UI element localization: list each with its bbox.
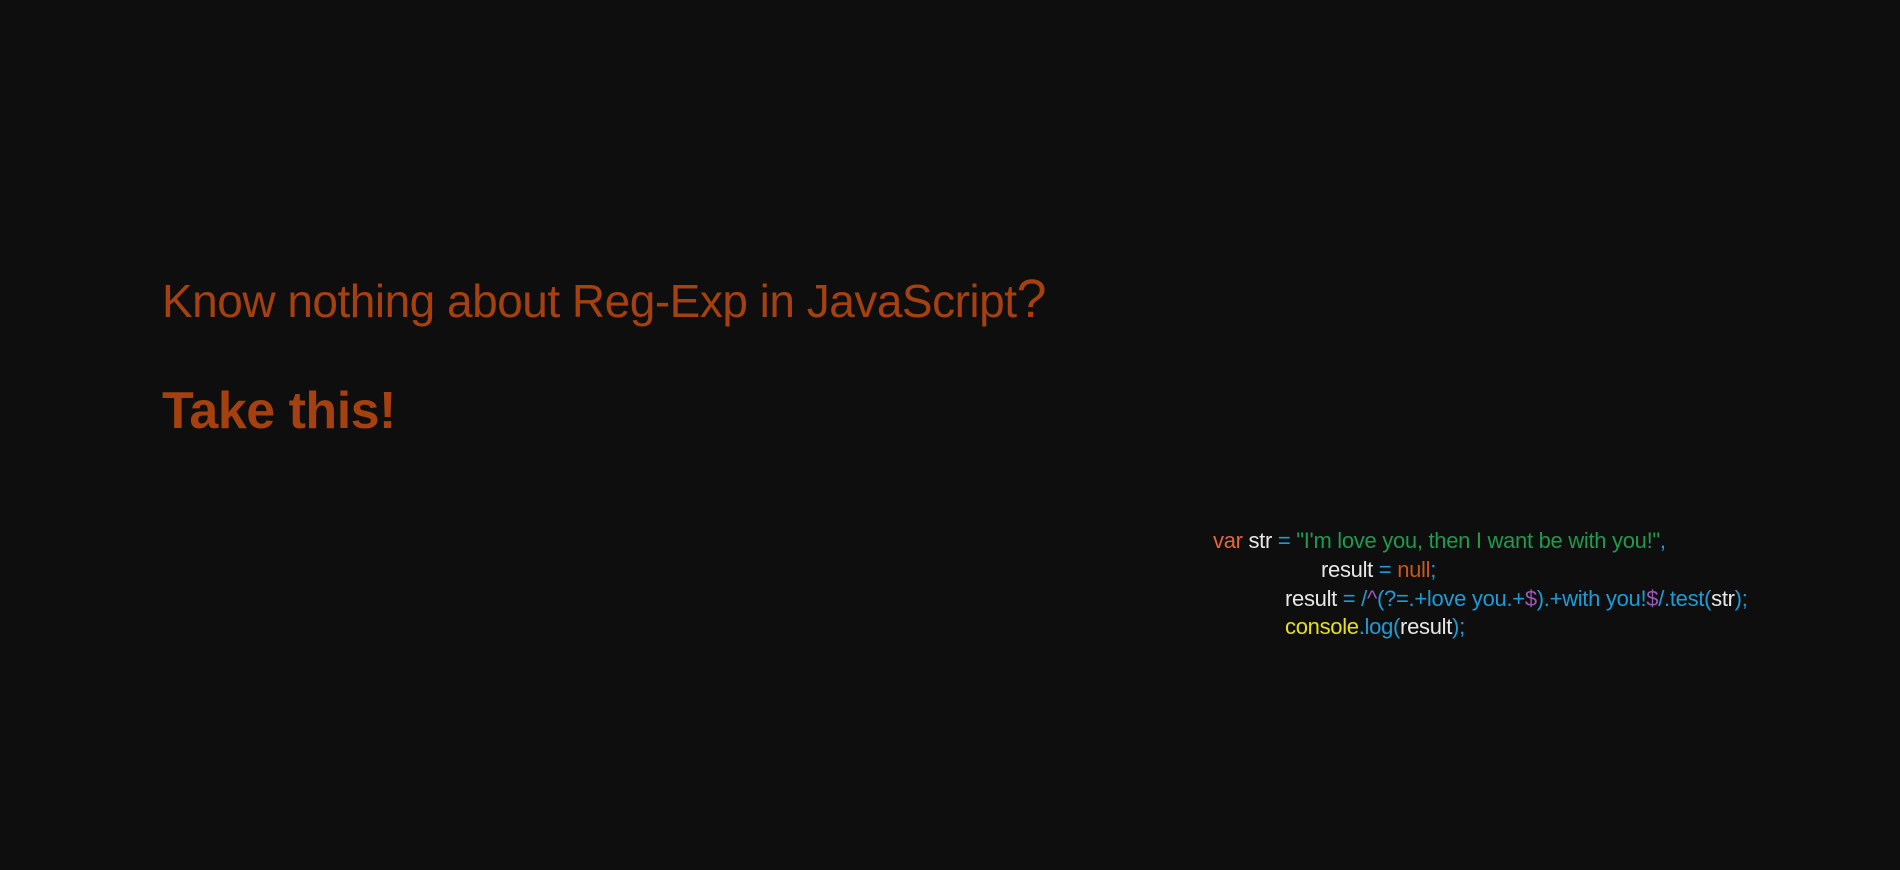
code-line-2: result = null; [1321, 557, 1436, 583]
code-token: ); [1452, 614, 1465, 639]
code-line-3: result = /^(?=.+love you.+$).+with you!$… [1285, 586, 1748, 612]
code-token: .log( [1358, 614, 1401, 639]
code-token: = [1272, 528, 1297, 553]
code-line-1: var str = "I'm love you, then I want be … [1213, 528, 1666, 554]
code-token: result [1400, 614, 1453, 639]
code-token: ).+with you! [1536, 586, 1647, 611]
code-token: console [1285, 614, 1359, 639]
code-token: str [1711, 586, 1735, 611]
code-token: ; [1430, 557, 1437, 582]
code-token: "I'm love you, then I want be with you!" [1296, 528, 1660, 553]
wallpaper: Know nothing about Reg-Exp in JavaScript… [0, 0, 1900, 870]
code-token: result [1285, 586, 1337, 611]
code-token: (?=.+love you.+ [1377, 586, 1525, 611]
headline-question-mark: ? [1016, 269, 1047, 329]
code-token: ^ [1367, 586, 1378, 611]
code-token: , [1659, 528, 1666, 553]
code-token: result [1321, 557, 1373, 582]
code-token: ); [1734, 586, 1748, 611]
code-token: null [1397, 557, 1431, 582]
code-line-4: console.log(result); [1285, 614, 1465, 640]
code-token: str [1248, 528, 1273, 553]
code-token: $ [1646, 586, 1659, 611]
code-token: = [1373, 557, 1398, 582]
code-token: /.test( [1658, 586, 1712, 611]
headline-text: Know nothing about Reg-Exp in JavaScript [162, 275, 1017, 327]
subheadline: Take this! [162, 382, 396, 440]
code-token: var [1213, 528, 1243, 553]
code-token: = / [1337, 586, 1368, 611]
headline: Know nothing about Reg-Exp in JavaScript… [162, 268, 1047, 330]
code-snippet: var str = "I'm love you, then I want be … [0, 0, 1748, 639]
code-token: $ [1524, 586, 1537, 611]
